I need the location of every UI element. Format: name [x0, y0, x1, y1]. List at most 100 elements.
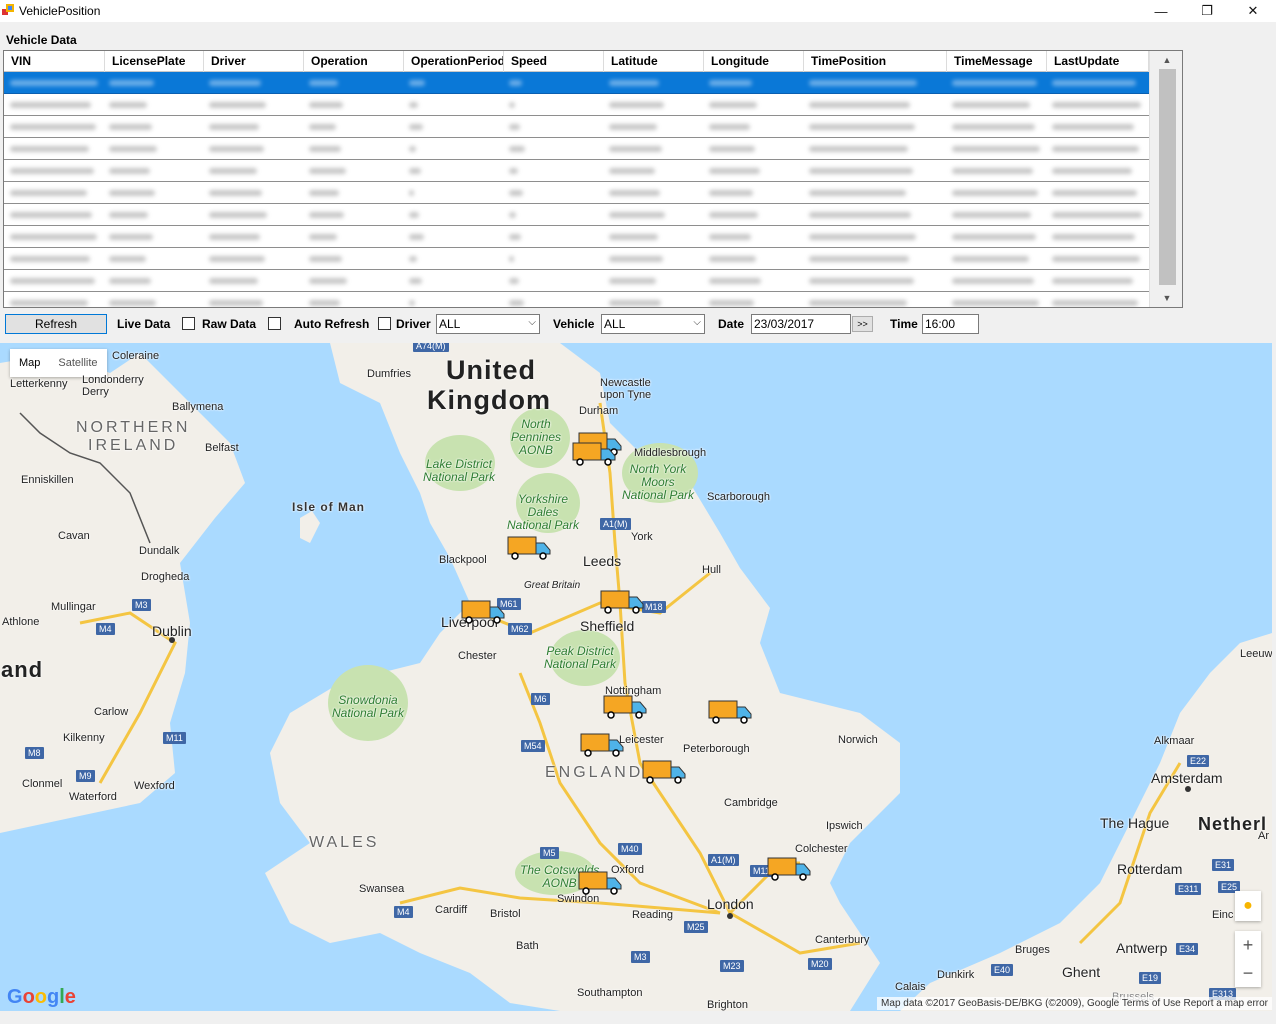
redacted-cell — [809, 168, 913, 174]
column-header-driver[interactable]: Driver — [204, 51, 304, 72]
table-row[interactable] — [4, 72, 1149, 94]
column-header-longitude[interactable]: Longitude — [704, 51, 804, 72]
table-row[interactable] — [4, 270, 1149, 292]
time-field[interactable]: 16:00 — [922, 314, 979, 334]
redacted-cell — [209, 300, 263, 306]
vehicle-marker-truck-icon[interactable] — [461, 599, 505, 625]
redacted-cell — [809, 212, 911, 218]
map-label: Bath — [516, 940, 539, 952]
street-view-pegman-icon[interactable]: ● — [1235, 891, 1261, 921]
time-label: Time — [890, 317, 918, 331]
column-header-time-position[interactable]: TimePosition — [804, 51, 947, 72]
zoom-out-button[interactable]: − — [1235, 959, 1261, 987]
table-row[interactable] — [4, 182, 1149, 204]
scroll-down-arrow-icon[interactable]: ▼ — [1150, 290, 1182, 306]
redacted-cell — [209, 102, 266, 108]
date-next-button[interactable]: >> — [852, 316, 873, 332]
column-header-speed[interactable]: Speed — [504, 51, 604, 72]
vehicle-marker-truck-icon[interactable] — [572, 441, 616, 467]
close-button[interactable]: ✕ — [1230, 0, 1276, 22]
redacted-cell — [10, 190, 87, 196]
redacted-cell — [609, 102, 664, 108]
map-view[interactable]: Map Satellite United Kingdom NORTHERN IR… — [0, 343, 1272, 1011]
table-row[interactable] — [4, 248, 1149, 270]
redacted-cell — [209, 168, 257, 174]
table-row[interactable] — [4, 116, 1149, 138]
auto-refresh-label: Auto Refresh — [294, 317, 370, 331]
table-row[interactable] — [4, 160, 1149, 182]
table-row[interactable] — [4, 204, 1149, 226]
redacted-cell — [209, 80, 261, 86]
vehicle-dropdown-value: ALL — [604, 317, 626, 331]
vehicle-marker-truck-icon[interactable] — [578, 870, 622, 896]
redacted-cell — [109, 190, 155, 196]
road-shield: A1(M) — [708, 854, 739, 866]
table-row[interactable] — [4, 94, 1149, 116]
vehicle-marker-truck-icon[interactable] — [600, 589, 644, 615]
map-label: Sheffield — [580, 618, 635, 634]
map-label: Yorkshire Dales National Park — [507, 492, 580, 532]
column-header-last-update[interactable]: LastUpdate — [1047, 51, 1149, 72]
vehicle-marker-truck-icon[interactable] — [603, 694, 647, 720]
redacted-cell — [952, 168, 1033, 174]
vehicle-data-grid[interactable]: VIN LicensePlate Driver Operation Operat… — [3, 50, 1183, 308]
redacted-cell — [1052, 212, 1142, 218]
grid-vertical-scrollbar[interactable]: ▲ ▼ — [1149, 51, 1182, 307]
map-label: United — [446, 355, 536, 385]
maximize-button[interactable]: ❐ — [1184, 0, 1230, 22]
road-shield: E22 — [1187, 755, 1210, 767]
column-header-operation-period[interactable]: OperationPeriod — [404, 51, 504, 72]
grid-header: VIN LicensePlate Driver Operation Operat… — [4, 51, 1149, 72]
redacted-cell — [309, 168, 346, 174]
table-row[interactable] — [4, 292, 1149, 307]
minimize-button[interactable]: — — [1138, 0, 1184, 22]
map-type-map[interactable]: Map — [10, 349, 49, 377]
scroll-up-arrow-icon[interactable]: ▲ — [1150, 52, 1182, 68]
redacted-cell — [509, 278, 519, 284]
vehicle-marker-truck-icon[interactable] — [642, 759, 686, 785]
road-shield: M4 — [394, 906, 413, 918]
map-type-satellite[interactable]: Satellite — [49, 349, 106, 377]
map-attribution[interactable]: Map data ©2017 GeoBasis-DE/BKG (©2009), … — [877, 997, 1272, 1010]
redacted-cell — [309, 146, 341, 152]
map-label: Swansea — [359, 883, 405, 895]
redacted-cell — [209, 278, 258, 284]
map-label: Hull — [702, 564, 721, 576]
column-header-vin[interactable]: VIN — [4, 51, 105, 72]
auto-refresh-checkbox[interactable] — [378, 317, 391, 330]
map-label: Middlesbrough — [634, 447, 707, 459]
column-header-license-plate[interactable]: LicensePlate — [105, 51, 204, 72]
raw-data-checkbox[interactable] — [268, 317, 281, 330]
vehicle-marker-truck-icon[interactable] — [580, 732, 624, 758]
map-label: ENGLAND — [545, 764, 644, 781]
driver-dropdown[interactable]: ALL ⌵ — [436, 314, 540, 334]
road-shield: M18 — [642, 601, 666, 613]
column-header-time-message[interactable]: TimeMessage — [947, 51, 1047, 72]
map-label: Snowdonia National Park — [332, 693, 405, 720]
date-field[interactable]: 23/03/2017 — [751, 314, 851, 334]
map-label: and — [1, 657, 44, 682]
redacted-cell — [1052, 300, 1138, 306]
live-data-label: Live Data — [117, 317, 171, 331]
redacted-cell — [509, 80, 522, 86]
table-row[interactable] — [4, 226, 1149, 248]
map-label: Colchester — [795, 843, 848, 855]
vehicle-marker-truck-icon[interactable] — [708, 699, 752, 725]
vehicle-dropdown[interactable]: ALL ⌵ — [601, 314, 705, 334]
zoom-in-button[interactable]: + — [1235, 931, 1261, 959]
refresh-button[interactable]: Refresh — [5, 314, 107, 334]
vehicle-marker-truck-icon[interactable] — [507, 535, 551, 561]
redacted-cell — [952, 190, 1038, 196]
column-header-operation[interactable]: Operation — [304, 51, 404, 72]
column-header-latitude[interactable]: Latitude — [604, 51, 704, 72]
table-row[interactable] — [4, 138, 1149, 160]
scrollbar-thumb[interactable] — [1159, 69, 1176, 285]
redacted-cell — [1052, 80, 1136, 86]
map-label: Netherl — [1198, 814, 1268, 834]
live-data-checkbox[interactable] — [182, 317, 195, 330]
map-type-control[interactable]: Map Satellite — [10, 349, 107, 377]
map-label: Ipswich — [826, 820, 863, 832]
vehicle-marker-truck-icon[interactable] — [767, 856, 811, 882]
redacted-cell — [109, 212, 148, 218]
chevron-down-icon: ⌵ — [528, 317, 536, 328]
